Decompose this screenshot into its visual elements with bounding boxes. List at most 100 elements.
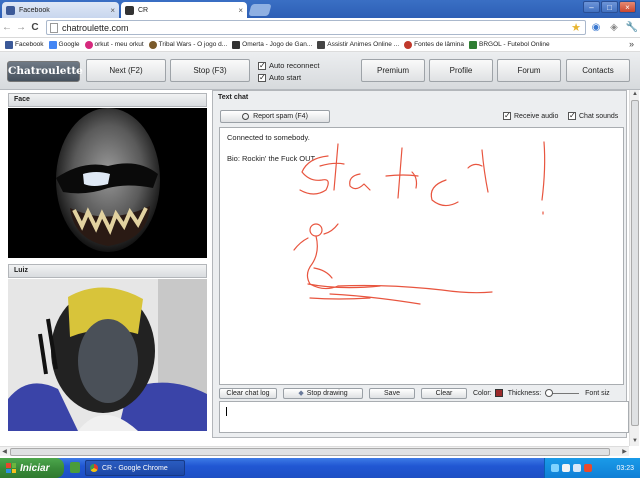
security-icon[interactable] — [584, 464, 592, 472]
window-controls: – □ × — [583, 1, 636, 13]
stop-drawing-button[interactable]: ◆ Stop drawing — [283, 387, 363, 399]
reload-button[interactable]: C — [28, 22, 42, 33]
minimize-button[interactable]: – — [583, 1, 600, 13]
chat-input[interactable] — [219, 401, 629, 433]
tribal-wars-icon — [148, 40, 157, 49]
scroll-left-arrow-icon[interactable]: ◀ — [0, 447, 9, 457]
chat-controls: Clear chat log ◆ Stop drawing Save Clear… — [219, 387, 629, 399]
address-url[interactable]: chatroulette.com — [62, 23, 571, 33]
ban-icon — [242, 113, 250, 120]
bookmark-star-icon[interactable]: ★ — [571, 21, 581, 34]
chatroulette-logo[interactable]: Chatroulette — [7, 61, 83, 82]
chrome-icon — [90, 464, 98, 472]
self-video-image — [8, 279, 207, 431]
bookmark-orkut[interactable]: orkut - meu orkut — [84, 40, 144, 49]
receive-audio-option[interactable]: ✓ Receive audio — [503, 112, 558, 120]
facebook-icon — [5, 40, 13, 49]
slider-knob[interactable] — [545, 389, 554, 397]
address-bar[interactable]: chatroulette.com ★ — [46, 20, 586, 35]
start-button[interactable]: Iniciar — [0, 458, 64, 478]
vertical-scroll-thumb[interactable] — [631, 100, 639, 426]
quick-launch-icon[interactable] — [70, 462, 80, 473]
drawing-canvas[interactable] — [220, 128, 623, 384]
clear-chat-log-button[interactable]: Clear chat log — [219, 387, 277, 399]
browser-tab-strip: Facebook × CR × – □ × — [0, 0, 640, 18]
bookmark-google[interactable]: Google — [48, 40, 80, 49]
extension-icon[interactable]: ◉ — [588, 22, 604, 33]
bookmark-brgol[interactable]: BRGOL - Futebol Online — [469, 40, 550, 49]
next-button[interactable]: Next (F2) — [86, 59, 166, 82]
tab-cr[interactable]: CR × — [121, 2, 247, 18]
forward-button[interactable]: → — [14, 22, 28, 33]
chat-sounds-checkbox[interactable]: ✓ — [568, 112, 576, 120]
tab-facebook[interactable]: Facebook × — [2, 2, 119, 18]
profile-button[interactable]: Profile — [429, 59, 493, 82]
thickness-label: Thickness: — [507, 389, 542, 397]
font-size-label: Font siz — [585, 389, 610, 397]
bookmark-facebook[interactable]: Facebook — [5, 40, 44, 49]
tab-close-icon[interactable]: × — [110, 6, 115, 15]
tab-title: CR — [138, 6, 149, 14]
taskbar-chrome-window[interactable]: CR - Google Chrome — [85, 460, 185, 476]
scroll-right-arrow-icon[interactable]: ▶ — [620, 447, 629, 457]
scroll-up-arrow-icon[interactable]: ▲ — [631, 90, 639, 99]
color-picker[interactable] — [494, 389, 503, 397]
extension-icon[interactable]: ◈ — [606, 22, 622, 33]
diamond-icon: ◆ — [298, 390, 304, 397]
chat-sounds-option[interactable]: ✓ Chat sounds — [568, 112, 618, 120]
stranger-panel-header: Face — [8, 93, 207, 107]
close-window-button[interactable]: × — [619, 1, 636, 13]
chat-log[interactable]: Connected to somebody. Bio: Rockin' the … — [219, 127, 624, 385]
orkut-icon — [84, 40, 93, 49]
google-icon — [48, 40, 57, 49]
tab-close-icon[interactable]: × — [238, 6, 243, 15]
bookmark-tribal-wars[interactable]: Tribal Wars - O jogo d... — [148, 40, 227, 49]
volume-icon[interactable] — [573, 464, 581, 472]
receive-audio-checkbox[interactable]: ✓ — [503, 112, 511, 120]
stranger-name: Face — [14, 96, 30, 103]
vertical-scrollbar[interactable]: ▲ ▼ — [629, 90, 639, 446]
stranger-video — [8, 108, 207, 258]
chatroulette-header: Chatroulette Next (F2) Stop (F3) ✓ Auto … — [0, 52, 640, 90]
chatroulette-favicon-icon — [125, 5, 134, 15]
omerta-icon — [232, 40, 241, 49]
premium-button[interactable]: Premium — [361, 59, 425, 82]
windows-taskbar: Iniciar CR - Google Chrome 03:23 — [0, 458, 640, 478]
bookmarks-bar: Facebook Google orkut - meu orkut Tribal… — [0, 38, 640, 52]
network-icon[interactable] — [551, 464, 559, 472]
text-chat-title: Text chat — [218, 94, 249, 101]
taskbar-clock: 03:23 — [616, 464, 634, 472]
auto-reconnect-checkbox[interactable]: ✓ — [258, 61, 266, 70]
horizontal-scroll-thumb[interactable] — [10, 448, 610, 456]
self-panel-header: Luiz — [8, 264, 207, 278]
save-drawing-button[interactable]: Save — [369, 387, 415, 399]
forum-button[interactable]: Forum — [497, 59, 561, 82]
stop-button[interactable]: Stop (F3) — [170, 59, 250, 82]
color-label: Color: — [473, 389, 492, 397]
bookmark-fontes[interactable]: Fontes de lâmina — [404, 40, 464, 49]
auto-start-option[interactable]: ✓ Auto start — [258, 73, 301, 82]
wrench-icon[interactable]: 🔧 — [624, 22, 640, 33]
contacts-button[interactable]: Contacts — [566, 59, 630, 82]
bookmark-animes[interactable]: Assistir Animes Online ... — [317, 40, 399, 49]
back-button[interactable]: ← — [0, 22, 14, 33]
bookmark-omerta[interactable]: Omerta - Jogo de Gan... — [232, 40, 312, 49]
new-tab-button[interactable] — [248, 4, 272, 16]
clear-drawing-button[interactable]: Clear — [421, 387, 467, 399]
scroll-down-arrow-icon[interactable]: ▼ — [631, 437, 639, 446]
antivirus-icon[interactable] — [562, 464, 570, 472]
auto-reconnect-option[interactable]: ✓ Auto reconnect — [258, 61, 319, 70]
self-name: Luiz — [14, 267, 28, 274]
auto-start-checkbox[interactable]: ✓ — [258, 73, 266, 82]
maximize-button[interactable]: □ — [601, 1, 618, 13]
report-spam-button[interactable]: Report spam (F4) — [220, 110, 330, 123]
tab-title: Facebook — [19, 6, 50, 14]
windows-logo-icon — [6, 463, 16, 473]
bookmarks-more-button[interactable]: » — [629, 39, 634, 49]
page-icon — [50, 22, 58, 33]
horizontal-scrollbar[interactable]: ◀ ▶ — [0, 446, 629, 456]
brgol-icon — [469, 40, 478, 49]
browser-toolbar: ← → C chatroulette.com ★ ◉ ◈ 🔧 — [0, 18, 640, 38]
animes-icon — [317, 40, 326, 49]
thickness-slider[interactable] — [545, 389, 580, 397]
